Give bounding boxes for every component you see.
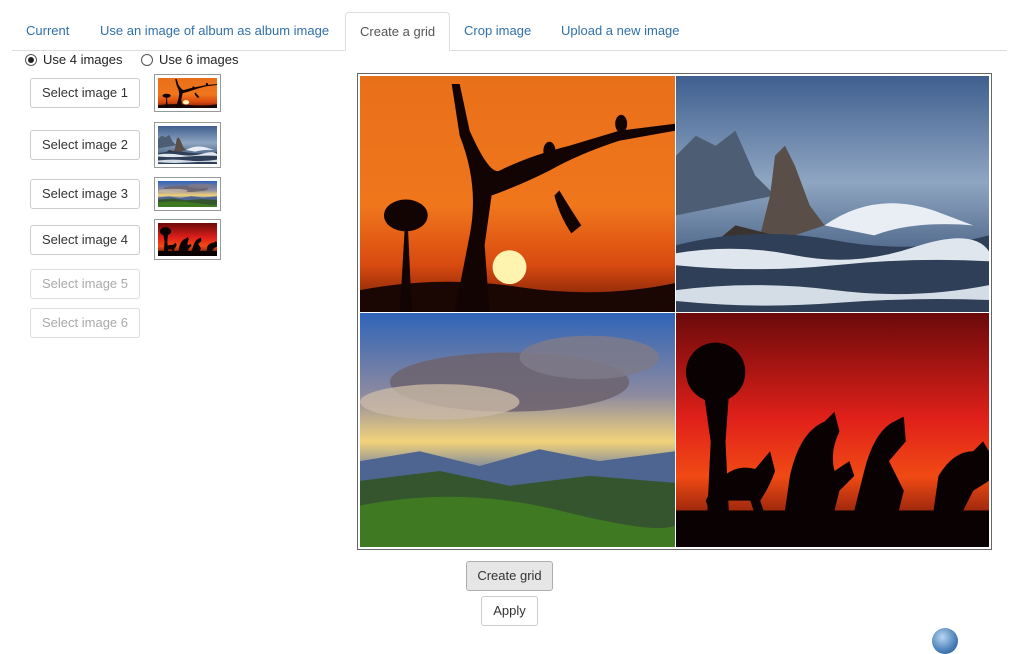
thumbnail-image-3 xyxy=(154,177,221,211)
select-image-5-button: Select image 5 xyxy=(30,269,140,299)
grid-cell-3 xyxy=(360,313,675,547)
thumbnail-image-2 xyxy=(154,122,221,168)
tab-current[interactable]: Current xyxy=(12,12,83,49)
select-image-1-button[interactable]: Select image 1 xyxy=(30,78,140,108)
select-image-3-button[interactable]: Select image 3 xyxy=(30,179,140,209)
select-image-6-button: Select image 6 xyxy=(30,308,140,338)
tab-bar: Current Use an image of album as album i… xyxy=(12,12,1007,51)
radio-selected-icon xyxy=(25,54,37,66)
grid-cell-2 xyxy=(676,76,989,312)
radio-label: Use 6 images xyxy=(159,52,239,67)
globe-icon xyxy=(932,628,958,654)
radio-unselected-icon xyxy=(141,54,153,66)
horses-sunset-image xyxy=(676,313,989,547)
grid-preview xyxy=(357,73,992,550)
tab-create-grid[interactable]: Create a grid xyxy=(345,12,451,51)
grid-cell-1 xyxy=(360,76,675,312)
select-image-2-button[interactable]: Select image 2 xyxy=(30,130,140,160)
thumbnail-image-4 xyxy=(154,219,221,260)
sun-rays-image xyxy=(360,313,675,547)
coastal-waves-image xyxy=(676,76,989,312)
tab-crop-image[interactable]: Crop image xyxy=(450,12,545,49)
thumbnail-image-1 xyxy=(154,74,221,112)
grid-cell-4 xyxy=(676,313,989,547)
apply-button[interactable]: Apply xyxy=(481,596,538,626)
radio-label: Use 4 images xyxy=(43,52,123,67)
create-grid-button[interactable]: Create grid xyxy=(466,561,553,591)
sunset-tree-image xyxy=(360,76,675,312)
tab-use-album-image[interactable]: Use an image of album as album image xyxy=(86,12,343,49)
select-image-4-button[interactable]: Select image 4 xyxy=(30,225,140,255)
tab-upload-new-image[interactable]: Upload a new image xyxy=(547,12,694,49)
